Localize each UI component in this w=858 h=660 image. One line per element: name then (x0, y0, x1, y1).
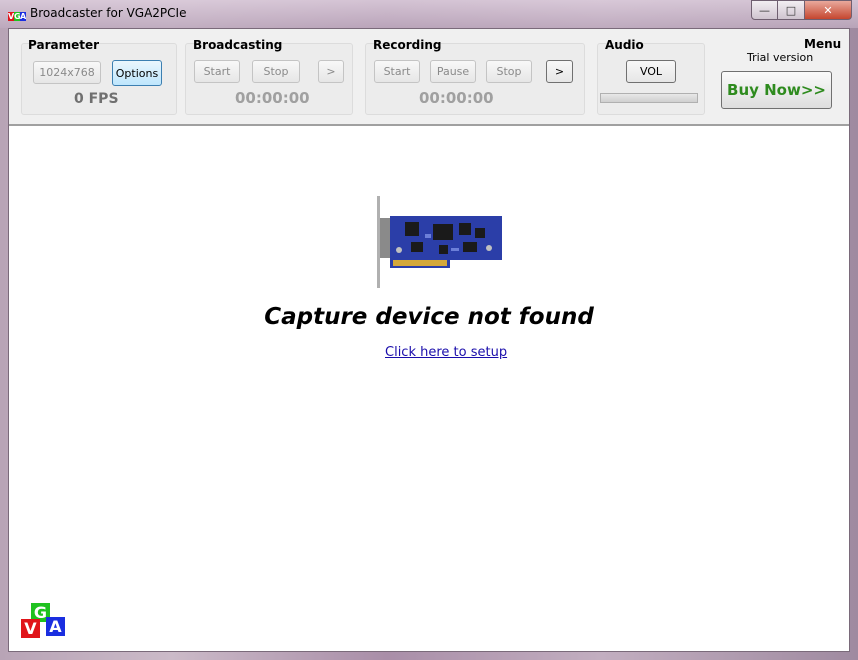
main-window: Parameter 1024x768 Options 0 FPS Broadca… (8, 28, 850, 652)
status-message: Capture device not found (264, 304, 594, 330)
maximize-icon: □ (785, 3, 797, 17)
minimize-icon: — (759, 3, 770, 17)
setup-link[interactable]: Click here to setup (385, 345, 507, 360)
broadcast-more-button[interactable]: > (318, 60, 344, 83)
record-timer: 00:00:00 (419, 89, 494, 107)
fps-readout: 0 FPS (74, 91, 119, 107)
buy-now-button[interactable]: Buy Now>> (721, 71, 832, 109)
broadcast-stop-button[interactable]: Stop (252, 60, 300, 83)
app-icon-a: A (20, 12, 27, 21)
recording-title: Recording (373, 38, 442, 52)
record-more-button[interactable]: > (546, 60, 573, 83)
volume-button[interactable]: VOL (626, 60, 676, 83)
minimize-button[interactable]: — (751, 0, 778, 20)
volume-slider[interactable] (600, 93, 698, 103)
audio-title: Audio (605, 38, 644, 52)
broadcast-timer: 00:00:00 (235, 89, 310, 107)
window-controls: — □ ✕ (751, 0, 852, 20)
record-stop-button[interactable]: Stop (486, 60, 532, 83)
record-pause-button[interactable]: Pause (430, 60, 476, 83)
resolution-button[interactable]: 1024x768 (33, 61, 101, 84)
toolbar: Parameter 1024x768 Options 0 FPS Broadca… (9, 29, 849, 124)
parameter-title: Parameter (28, 38, 100, 52)
broadcasting-title: Broadcasting (193, 38, 283, 52)
vga-logo: G V A (21, 603, 69, 639)
app-icon: V G A (8, 7, 27, 21)
maximize-button[interactable]: □ (778, 0, 805, 20)
broadcast-start-button[interactable]: Start (194, 60, 240, 83)
trial-version-label: Trial version (747, 51, 814, 64)
menu-title[interactable]: Menu (804, 37, 841, 51)
vga-logo-a: A (46, 617, 65, 636)
capture-card-image (377, 196, 502, 288)
record-start-button[interactable]: Start (374, 60, 420, 83)
vga-logo-v: V (21, 619, 40, 638)
close-button[interactable]: ✕ (805, 0, 852, 20)
options-button[interactable]: Options (112, 60, 162, 86)
video-preview-area: Capture device not found Click here to s… (9, 124, 849, 651)
close-icon: ✕ (823, 3, 833, 17)
window-title: Broadcaster for VGA2PCIe (30, 6, 187, 20)
title-bar[interactable]: V G A Broadcaster for VGA2PCIe — □ ✕ (0, 0, 858, 28)
